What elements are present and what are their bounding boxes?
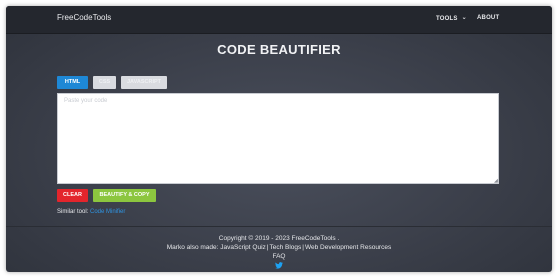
faq-link[interactable]: FAQ [272, 253, 285, 260]
also-made-label: Marko also made: [166, 244, 219, 251]
web-dev-resources-link[interactable]: Web Development Resources [305, 244, 391, 251]
footer-faq: FAQ [6, 253, 552, 260]
code-minifier-link[interactable]: Code Minifier [90, 209, 125, 215]
beautify-copy-button[interactable]: BEAUTIFY & COPY [93, 189, 156, 202]
brand-logo[interactable]: FreeCodeTools [57, 13, 111, 22]
clear-button[interactable]: CLEAR [57, 189, 88, 202]
footer-also-made: Marko also made: JavaScript Quiz|Tech Bl… [6, 244, 552, 251]
nav-tools-dropdown[interactable]: TOOLS ⌄ [436, 15, 467, 22]
resize-grip-icon[interactable]: ◢ [494, 179, 499, 184]
footer-divider [6, 226, 552, 227]
nav-about-link[interactable]: ABOUT [477, 15, 499, 21]
tab-css[interactable]: CSS [93, 76, 116, 89]
code-input[interactable] [57, 93, 499, 184]
top-navbar: FreeCodeTools TOOLS ⌄ ABOUT [6, 6, 552, 34]
tech-blogs-link[interactable]: Tech Blogs [269, 244, 301, 251]
twitter-icon[interactable] [275, 262, 283, 269]
footer-copyright: Copyright © 2019 - 2023 FreeCodeTools . [218, 235, 340, 242]
similar-tool: Similar tool: Code Minifier [57, 209, 125, 215]
chevron-down-icon: ⌄ [461, 15, 467, 21]
nav-tools-label: TOOLS [436, 16, 458, 22]
similar-tool-label: Similar tool: [57, 209, 89, 215]
page-title: CODE BEAUTIFIER [217, 42, 341, 57]
app-window: FreeCodeTools TOOLS ⌄ ABOUT CODE BEAUTIFI… [6, 6, 552, 272]
javascript-quiz-link[interactable]: JavaScript Quiz [220, 244, 266, 251]
tab-javascript[interactable]: JAVASCRIPT [121, 76, 167, 89]
tab-html[interactable]: HTML [57, 76, 88, 89]
